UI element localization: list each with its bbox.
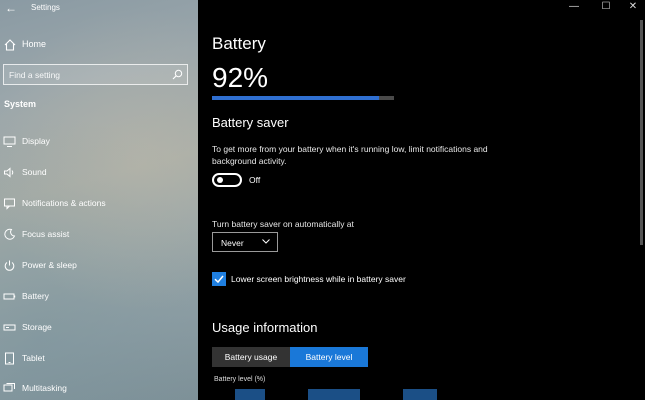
checkmark-icon bbox=[214, 275, 224, 284]
lower-brightness-label: Lower screen brightness while in battery… bbox=[231, 274, 406, 284]
sidebar: ← Settings Home System Display Sound bbox=[0, 0, 198, 400]
maximize-button[interactable]: ☐ bbox=[592, 0, 620, 16]
sidebar-item-label: Sound bbox=[22, 167, 47, 177]
home-icon bbox=[4, 39, 16, 51]
dropdown-value: Never bbox=[221, 238, 244, 248]
search-icon[interactable] bbox=[172, 69, 183, 80]
minimize-button[interactable]: — bbox=[560, 0, 588, 16]
sidebar-item-notifications[interactable]: Notifications & actions bbox=[0, 193, 198, 215]
battery-saver-description: To get more from your battery when it's … bbox=[212, 144, 488, 166]
sidebar-item-tablet[interactable]: Tablet bbox=[0, 348, 198, 370]
focus-assist-icon bbox=[4, 228, 16, 240]
battery-level-fill bbox=[212, 96, 380, 100]
chevron-down-icon bbox=[262, 239, 270, 244]
app-title: Settings bbox=[31, 3, 60, 12]
sidebar-item-label: Display bbox=[22, 136, 50, 146]
power-icon bbox=[4, 260, 15, 271]
battery-level-bar bbox=[212, 96, 394, 100]
sidebar-item-sound[interactable]: Sound bbox=[0, 162, 198, 184]
title-bar: ← Settings bbox=[0, 0, 198, 18]
sidebar-item-battery[interactable]: Battery bbox=[0, 286, 198, 308]
battery-saver-heading: Battery saver bbox=[212, 115, 289, 130]
sidebar-item-label: Home bbox=[22, 39, 47, 49]
toggle-state-label: Off bbox=[249, 175, 261, 185]
battery-percentage: 92% bbox=[212, 62, 269, 93]
search-box[interactable] bbox=[3, 64, 188, 85]
tablet-icon bbox=[5, 352, 14, 365]
lower-brightness-checkbox[interactable] bbox=[212, 272, 226, 286]
scrollbar[interactable] bbox=[640, 20, 643, 245]
sidebar-item-power-sleep[interactable]: Power & sleep bbox=[0, 255, 198, 277]
toggle-knob bbox=[217, 177, 223, 183]
tab-battery-level[interactable]: Battery level bbox=[290, 347, 368, 367]
back-arrow-icon[interactable]: ← bbox=[4, 1, 18, 15]
sidebar-item-label: Storage bbox=[22, 322, 52, 332]
sidebar-item-home[interactable]: Home bbox=[0, 34, 198, 56]
sidebar-item-label: Tablet bbox=[22, 353, 45, 363]
page-title: Battery bbox=[212, 34, 266, 53]
chart-bar bbox=[235, 389, 265, 400]
sidebar-item-display[interactable]: Display bbox=[0, 131, 198, 153]
auto-battery-saver-dropdown[interactable]: Never bbox=[212, 232, 278, 252]
search-input[interactable] bbox=[9, 68, 167, 82]
tab-battery-usage[interactable]: Battery usage bbox=[212, 347, 290, 367]
battery-icon bbox=[3, 293, 16, 300]
sidebar-item-label: Notifications & actions bbox=[22, 198, 106, 208]
sidebar-item-label: Focus assist bbox=[22, 229, 70, 239]
section-title: System bbox=[4, 99, 37, 109]
display-icon bbox=[3, 136, 16, 147]
storage-icon bbox=[3, 324, 16, 331]
sound-icon bbox=[4, 167, 14, 178]
sidebar-item-label: Multitasking bbox=[22, 383, 67, 393]
multitasking-icon bbox=[3, 383, 15, 392]
sidebar-item-label: Power & sleep bbox=[22, 260, 77, 270]
auto-battery-saver-label: Turn battery saver on automatically at bbox=[212, 219, 354, 229]
battery-saver-toggle[interactable] bbox=[212, 173, 242, 187]
notifications-icon bbox=[4, 198, 15, 210]
battery-level-chart-label: Battery level (%) bbox=[214, 376, 266, 383]
close-button[interactable]: ✕ bbox=[619, 0, 645, 16]
usage-information-heading: Usage information bbox=[212, 320, 318, 335]
chart-bar bbox=[308, 389, 360, 400]
chart-bar bbox=[403, 389, 437, 400]
sidebar-item-multitasking[interactable]: Multitasking bbox=[0, 378, 198, 400]
sidebar-item-storage[interactable]: Storage bbox=[0, 317, 198, 339]
sidebar-item-label: Battery bbox=[22, 291, 49, 301]
sidebar-item-focus-assist[interactable]: Focus assist bbox=[0, 224, 198, 246]
